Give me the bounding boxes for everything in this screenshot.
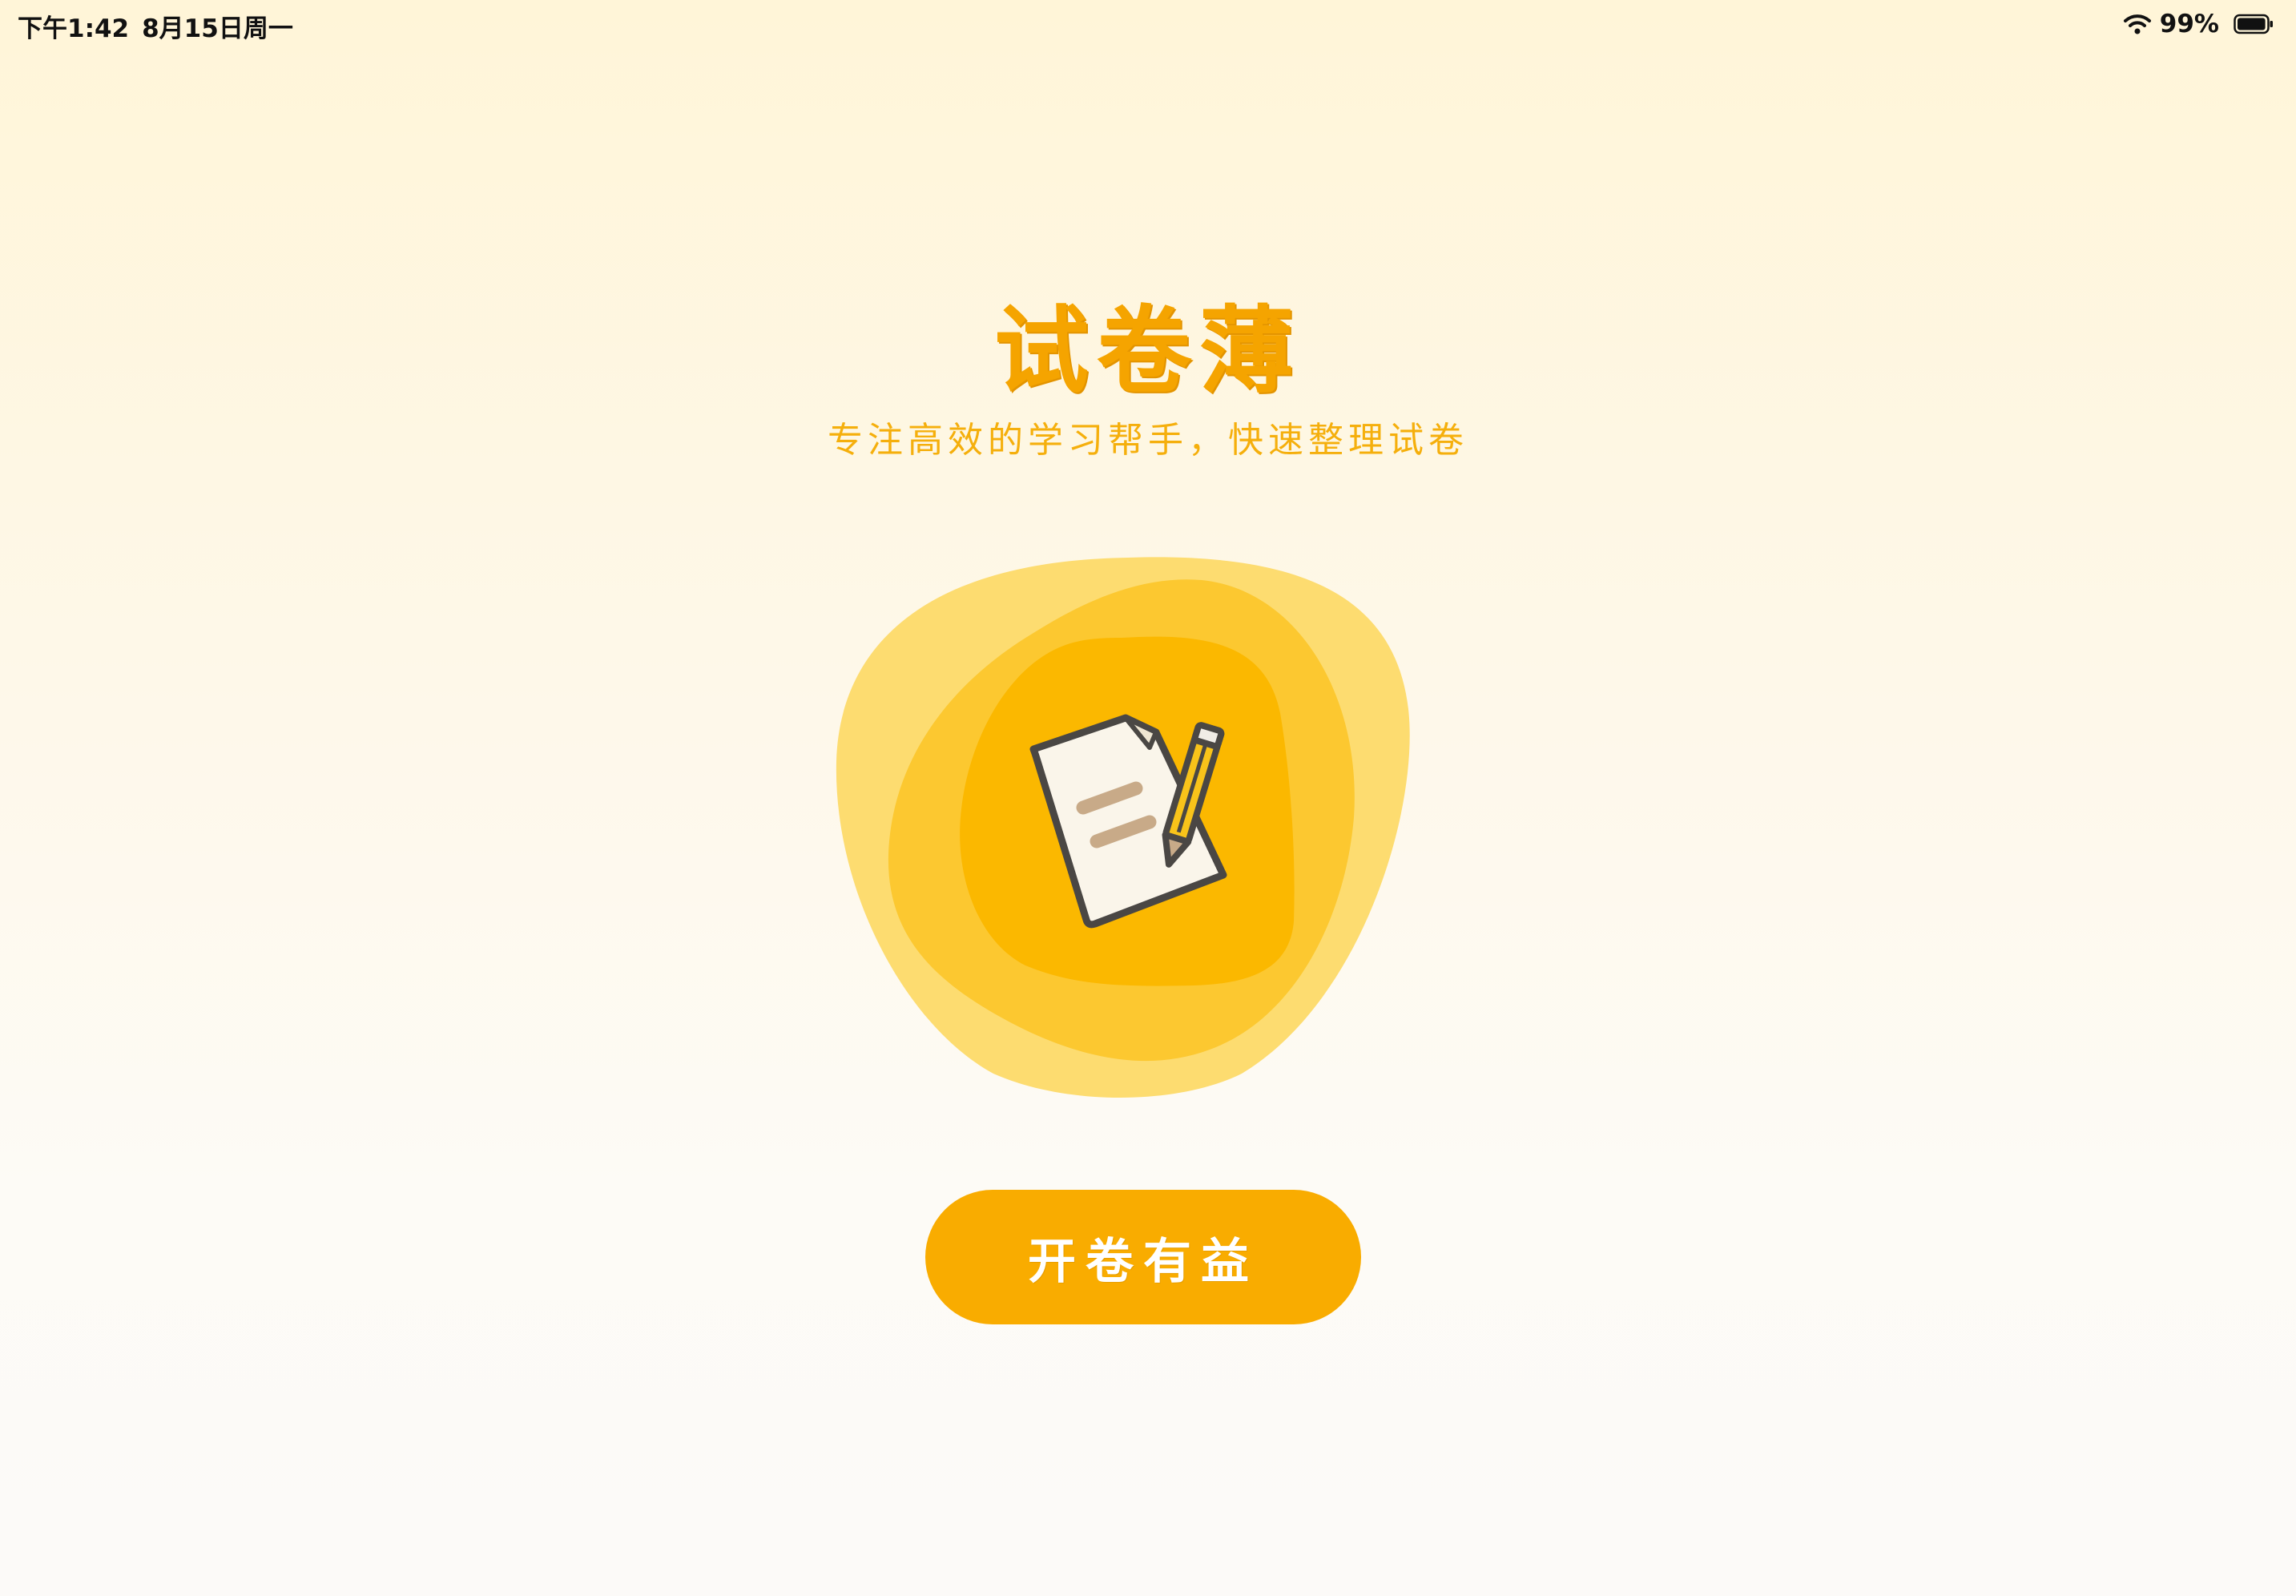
start-button[interactable]: 开卷有益: [925, 1190, 1361, 1324]
hero-illustration: [833, 553, 1450, 1098]
status-datetime: 下午1:42 8月15日周一: [18, 8, 293, 44]
status-date: 8月15日周一: [142, 14, 293, 43]
status-indicators: 99%: [2123, 8, 2274, 40]
status-time: 下午1:42: [18, 14, 130, 43]
app-subtitle: 专注高效的学习帮手，快速整理试卷: [828, 420, 1468, 461]
battery-icon: [2234, 14, 2273, 34]
battery-percent: 99%: [2159, 10, 2219, 38]
hero-graphic: [836, 557, 1410, 1098]
status-bar: 下午1:42 8月15日周一 99%: [0, 0, 2296, 51]
app-title: 试卷薄: [993, 296, 1302, 406]
wifi-icon: [2123, 14, 2151, 34]
